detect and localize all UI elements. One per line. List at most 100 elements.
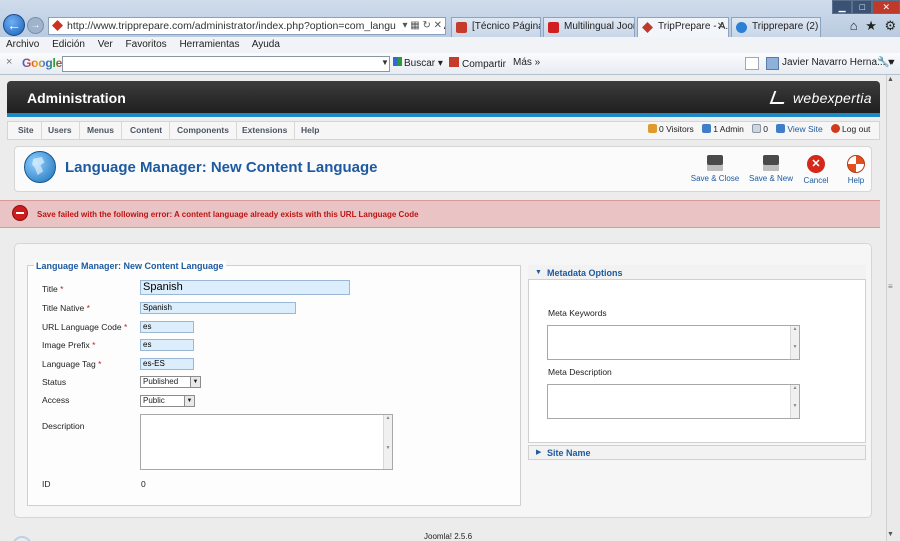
meta-description-textarea[interactable]: ▲ ▼: [547, 384, 800, 419]
messages-count: 0: [763, 124, 769, 134]
cancel-icon: ✕: [807, 155, 825, 173]
lifebuoy-icon: [847, 155, 865, 173]
joomla-favicon-icon: [52, 20, 63, 31]
close-toolbar-icon[interactable]: ×: [6, 56, 12, 68]
nav-extensions[interactable]: Extensions: [235, 121, 296, 140]
chevron-down-icon[interactable]: ▼: [184, 396, 194, 406]
image-prefix-label-text: Image Prefix: [42, 340, 90, 350]
forward-button[interactable]: →: [27, 17, 44, 34]
collapsed-triangle-icon[interactable]: ▶: [536, 448, 541, 456]
error-icon: [12, 205, 28, 221]
tab-tripprepare-admin[interactable]: TripPrepare - A... ✕: [637, 17, 729, 37]
google-search-button[interactable]: Buscar ▾: [393, 57, 443, 69]
status-selected-value: Published: [143, 377, 179, 386]
metadata-title[interactable]: Metadata Options: [547, 268, 623, 278]
notification-box-icon[interactable]: [745, 57, 759, 70]
nav-menus[interactable]: Menus: [80, 121, 122, 140]
admin-status: 1 Admin: [702, 124, 744, 134]
minimize-icon[interactable]: ▁: [832, 0, 853, 14]
scroll-down-icon[interactable]: ▼: [887, 531, 894, 538]
tab-tripprepare-2[interactable]: Tripprepare (2): [731, 17, 821, 37]
tab-label: [Técnico Páginas ...: [472, 21, 540, 32]
google-search-input[interactable]: [62, 56, 390, 72]
logout-link[interactable]: Log out: [831, 124, 870, 134]
url-code-input[interactable]: es: [140, 321, 194, 333]
expanded-triangle-icon[interactable]: ▼: [535, 269, 542, 276]
menu-herramientas[interactable]: Herramientas: [179, 39, 239, 50]
menu-favoritos[interactable]: Favoritos: [126, 39, 167, 50]
menu-edicion[interactable]: Edición: [52, 39, 85, 50]
ie-icon: [736, 22, 747, 33]
google-logo: Google: [22, 56, 62, 70]
textarea-scrollbar[interactable]: ▲ ▼: [790, 326, 799, 359]
language-tag-label: Language Tag *: [42, 359, 101, 369]
wrench-icon[interactable]: 🔧▾: [877, 57, 894, 68]
nav-components[interactable]: Components: [170, 121, 237, 140]
messages-status[interactable]: 0: [752, 124, 768, 134]
visitors-status: 0 Visitors: [648, 124, 694, 134]
address-bar[interactable]: http://www.tripprepare.com/administrator…: [48, 17, 446, 35]
maximize-icon[interactable]: □: [852, 0, 873, 14]
vertical-scrollbar[interactable]: [886, 75, 900, 541]
view-site-link[interactable]: View Site: [776, 124, 823, 134]
status-select[interactable]: Published ▼: [140, 376, 201, 388]
tab-multilingual[interactable]: Multilingual Joom...: [543, 17, 635, 37]
search-dropdown-icon[interactable]: ▼: [381, 58, 389, 67]
access-select[interactable]: Public ▼: [140, 395, 195, 407]
tools-gear-icon[interactable]: ⚙: [885, 17, 897, 35]
textarea-scrollbar[interactable]: ▲ ▼: [790, 385, 799, 418]
close-tab-icon[interactable]: ✕: [717, 18, 725, 36]
menu-bar: Archivo Edición Ver Favoritos Herramient…: [0, 37, 900, 53]
save-close-button[interactable]: Save & Close: [686, 153, 744, 189]
menu-ayuda[interactable]: Ayuda: [252, 39, 280, 50]
help-button[interactable]: Help: [827, 153, 885, 189]
nav-users[interactable]: Users: [41, 121, 80, 140]
google-user-name: Javier Navarro Herna...: [782, 57, 886, 68]
url-code-label: URL Language Code *: [42, 322, 127, 332]
meta-keywords-textarea[interactable]: ▲ ▼: [547, 325, 800, 360]
nav-site[interactable]: Site: [11, 121, 42, 140]
tab-tecnico[interactable]: [Técnico Páginas ...: [451, 17, 541, 37]
power-icon: [831, 124, 841, 133]
favorites-icon[interactable]: ★: [865, 17, 877, 35]
admin-title: Administration: [27, 90, 126, 106]
required-mark: *: [60, 284, 64, 294]
chevron-down-icon[interactable]: ▼: [190, 377, 200, 387]
address-controls[interactable]: ▾ ▦ ↻ ✕: [396, 18, 444, 33]
logout-label: Log out: [842, 124, 871, 134]
more-button[interactable]: Más »: [513, 57, 540, 68]
share-button[interactable]: Compartir: [449, 57, 506, 70]
status-bar: 0 Visitors 1 Admin 0 View Site Log out: [648, 124, 876, 134]
menu-ver[interactable]: Ver: [98, 39, 113, 50]
compartir-label: Compartir: [462, 59, 506, 70]
error-message: Save failed with the following error: A …: [37, 210, 419, 219]
home-icon[interactable]: ⌂: [850, 17, 858, 35]
messages-icon: [752, 124, 762, 133]
site-name-title[interactable]: Site Name: [547, 448, 591, 458]
back-button[interactable]: ←: [3, 14, 25, 36]
cancel-label: Cancel: [803, 176, 829, 185]
title-native-input[interactable]: Spanish: [140, 302, 296, 314]
url-code-label-text: URL Language Code: [42, 322, 122, 332]
address-text: http://www.tripprepare.com/administrator…: [67, 20, 445, 32]
close-window-icon[interactable]: ✕: [872, 0, 900, 14]
menu-archivo[interactable]: Archivo: [6, 39, 39, 50]
save-close-label: Save & Close: [690, 174, 740, 183]
admins-icon: [702, 124, 712, 133]
scroll-up-icon[interactable]: ▲: [887, 76, 894, 83]
title-input[interactable]: Spanish: [140, 280, 350, 295]
image-prefix-input[interactable]: es: [140, 339, 194, 351]
language-tag-input[interactable]: es-ES: [140, 358, 194, 370]
tab-label: Tripprepare (2): [752, 21, 819, 32]
nav-content[interactable]: Content: [123, 121, 171, 140]
scroll-grip-icon[interactable]: ≡: [888, 282, 893, 291]
joomla-icon: [642, 22, 653, 33]
nav-help[interactable]: Help: [294, 121, 326, 140]
textarea-scrollbar[interactable]: ▲ ▼: [383, 415, 392, 469]
admin-header: [7, 81, 880, 117]
description-textarea[interactable]: ▲ ▼: [140, 414, 393, 470]
tab-label: Multilingual Joom...: [564, 21, 634, 32]
buscar-label: Buscar: [404, 58, 436, 69]
id-value: 0: [141, 479, 146, 489]
window-controls: ▁ □ ✕: [832, 0, 900, 14]
